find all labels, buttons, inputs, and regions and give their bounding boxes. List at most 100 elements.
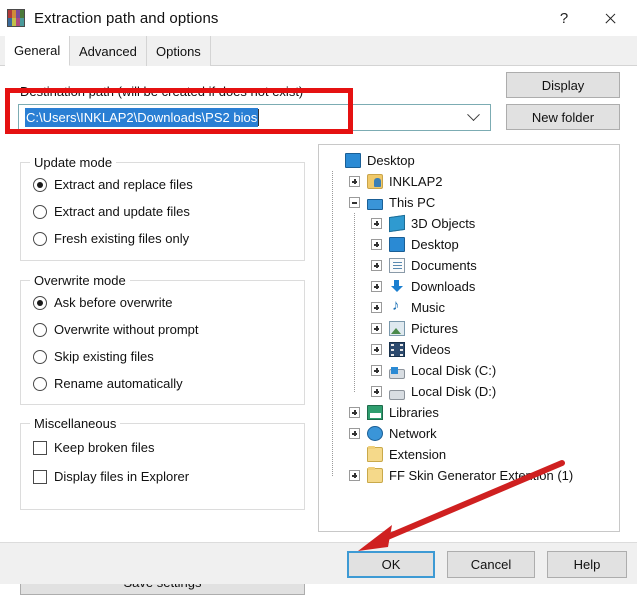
tree-expand-icon[interactable] bbox=[349, 176, 360, 187]
tree-item-label: INKLAP2 bbox=[389, 174, 443, 189]
tree-item-music[interactable]: Music bbox=[319, 297, 445, 318]
tree-item-label: Documents bbox=[411, 258, 477, 273]
tree-item-3d-objects[interactable]: 3D Objects bbox=[319, 213, 475, 234]
close-icon[interactable] bbox=[587, 0, 633, 36]
destination-path-label: Destination path (will be created if doe… bbox=[20, 84, 304, 99]
drive-c-icon bbox=[389, 366, 405, 379]
tree-item-label: Downloads bbox=[411, 279, 476, 294]
folder-icon bbox=[367, 467, 383, 483]
tree-item-desktop[interactable]: Desktop bbox=[319, 234, 459, 255]
text-caret bbox=[258, 109, 260, 126]
winrar-books-icon bbox=[7, 9, 25, 27]
tree-item-extension[interactable]: Extension bbox=[319, 444, 446, 465]
tree-connector-line bbox=[354, 213, 355, 392]
overwrite-mode-legend: Overwrite mode bbox=[30, 273, 130, 288]
dialog-body: Destination path (will be created if doe… bbox=[0, 66, 637, 595]
tab-options[interactable]: Options bbox=[147, 36, 211, 66]
checkbox-icon bbox=[33, 469, 47, 484]
tree-item-label: Network bbox=[389, 426, 437, 441]
tab-general[interactable]: General bbox=[5, 36, 71, 66]
ok-button[interactable]: OK bbox=[347, 551, 435, 578]
tree-item-label: Desktop bbox=[367, 153, 415, 168]
radio-icon bbox=[33, 349, 47, 364]
drive-icon bbox=[389, 389, 405, 400]
cancel-button[interactable]: Cancel bbox=[447, 551, 535, 578]
tree-expand-icon[interactable] bbox=[349, 470, 360, 481]
monitor-icon bbox=[345, 153, 361, 168]
checkbox-display-files-in-explorer[interactable]: Display files in Explorer bbox=[33, 469, 189, 484]
radio-extract-and-replace-files[interactable]: Extract and replace files bbox=[33, 177, 193, 192]
update-mode-group: Update mode Extract and replace files Ex… bbox=[20, 155, 305, 261]
option-label: Overwrite without prompt bbox=[54, 322, 199, 337]
option-label: Keep broken files bbox=[54, 440, 155, 455]
tree-item-libraries[interactable]: Libraries bbox=[319, 402, 439, 423]
radio-icon bbox=[33, 231, 47, 246]
tree-expand-icon[interactable] bbox=[371, 260, 382, 271]
tree-item-label: Music bbox=[411, 300, 445, 315]
radio-fresh-existing-files-only[interactable]: Fresh existing files only bbox=[33, 231, 189, 246]
title-help-button[interactable]: ? bbox=[541, 0, 587, 36]
tree-expand-icon[interactable] bbox=[371, 218, 382, 229]
pc-icon bbox=[367, 199, 383, 210]
tree-item-inklap2[interactable]: INKLAP2 bbox=[319, 171, 442, 192]
option-label: Extract and replace files bbox=[54, 177, 193, 192]
tree-expand-icon[interactable] bbox=[349, 428, 360, 439]
download-icon bbox=[389, 279, 405, 294]
tree-expand-icon[interactable] bbox=[371, 344, 382, 355]
radio-icon bbox=[33, 295, 47, 310]
tree-item-downloads[interactable]: Downloads bbox=[319, 276, 475, 297]
music-icon bbox=[389, 297, 405, 315]
tree-collapse-icon[interactable] bbox=[349, 197, 360, 208]
tree-expand-icon[interactable] bbox=[371, 302, 382, 313]
radio-extract-and-update-files[interactable]: Extract and update files bbox=[33, 204, 190, 219]
option-label: Ask before overwrite bbox=[54, 295, 173, 310]
tree-expand-icon[interactable] bbox=[349, 407, 360, 418]
tree-item-label: Local Disk (D:) bbox=[411, 384, 497, 399]
radio-icon bbox=[33, 177, 47, 192]
radio-rename-automatically[interactable]: Rename automatically bbox=[33, 376, 183, 391]
help-button[interactable]: Help bbox=[547, 551, 627, 578]
tree-item-label: This PC bbox=[389, 195, 436, 210]
option-label: Fresh existing files only bbox=[54, 231, 190, 246]
tree-item-documents[interactable]: Documents bbox=[319, 255, 477, 276]
destination-path-combobox[interactable]: C:\Users\INKLAP2\Downloads\PS2 bios bbox=[18, 104, 491, 131]
checkbox-keep-broken-files[interactable]: Keep broken files bbox=[33, 440, 154, 455]
folder-tree[interactable]: Desktop INKLAP2 This PC 3D Objects Desktop Do… bbox=[318, 144, 620, 532]
radio-overwrite-without-prompt[interactable]: Overwrite without prompt bbox=[33, 322, 199, 337]
tree-item-desktop[interactable]: Desktop bbox=[319, 150, 415, 171]
user-icon bbox=[367, 174, 383, 189]
tree-item-label: Desktop bbox=[411, 237, 459, 252]
window-title: Extraction path and options bbox=[34, 9, 219, 27]
tree-item-this-pc[interactable]: This PC bbox=[319, 192, 435, 213]
tree-expand-icon[interactable] bbox=[371, 323, 382, 334]
tree-connector-line bbox=[332, 171, 333, 476]
tree-expand-icon[interactable] bbox=[371, 239, 382, 250]
tree-item-ff-skin-generator-extention-1[interactable]: FF Skin Generator Extention (1) bbox=[319, 465, 573, 486]
tree-expand-icon[interactable] bbox=[371, 281, 382, 292]
display-button[interactable]: Display bbox=[506, 72, 620, 98]
document-icon bbox=[389, 258, 405, 273]
chevron-down-icon[interactable] bbox=[456, 105, 490, 130]
tree-item-label: Extension bbox=[389, 447, 447, 462]
tree-item-videos[interactable]: Videos bbox=[319, 339, 451, 360]
radio-icon bbox=[33, 204, 47, 219]
miscellaneous-legend: Miscellaneous bbox=[30, 416, 121, 431]
tab-advanced[interactable]: Advanced bbox=[70, 36, 147, 66]
destination-path-input[interactable]: C:\Users\INKLAP2\Downloads\PS2 bios bbox=[25, 108, 259, 127]
new-folder-button[interactable]: New folder bbox=[506, 104, 620, 130]
tree-item-network[interactable]: Network bbox=[319, 423, 437, 444]
tree-item-local-disk-d[interactable]: Local Disk (D:) bbox=[319, 381, 496, 402]
radio-skip-existing-files[interactable]: Skip existing files bbox=[33, 349, 154, 364]
radio-icon bbox=[33, 376, 47, 391]
tree-item-pictures[interactable]: Pictures bbox=[319, 318, 458, 339]
tree-item-label: Libraries bbox=[389, 405, 439, 420]
tree-expand-icon[interactable] bbox=[371, 365, 382, 376]
tree-item-local-disk-c[interactable]: Local Disk (C:) bbox=[319, 360, 496, 381]
tree-expand-icon[interactable] bbox=[371, 386, 382, 397]
folder-icon bbox=[367, 446, 383, 462]
monitor-icon bbox=[389, 237, 405, 252]
radio-ask-before-overwrite[interactable]: Ask before overwrite bbox=[33, 295, 173, 310]
library-icon bbox=[367, 405, 383, 420]
overwrite-mode-group: Overwrite mode Ask before overwrite Over… bbox=[20, 273, 305, 405]
option-label: Skip existing files bbox=[54, 349, 154, 364]
